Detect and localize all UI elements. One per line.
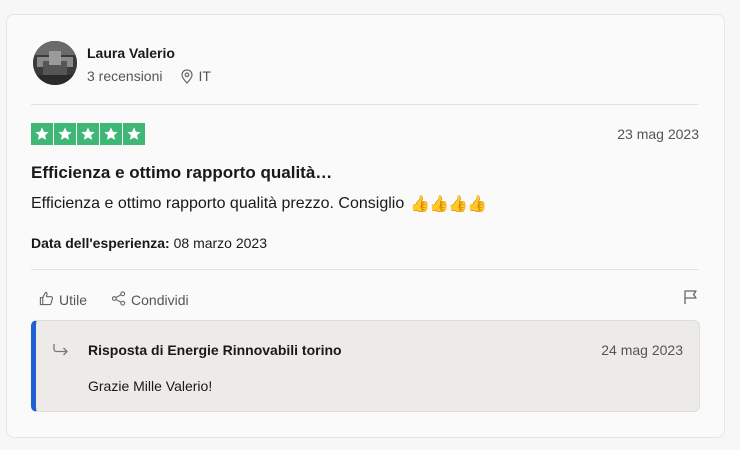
- location-pin-icon: [180, 68, 193, 84]
- share-label: Condividi: [131, 292, 189, 308]
- thumbs-up-emoji: 👍👍👍👍: [410, 196, 487, 213]
- reply-arrow-icon: [52, 343, 70, 362]
- experience-date: Data dell'esperienza: 08 marzo 2023: [31, 235, 267, 251]
- reviewer-country: IT: [198, 68, 211, 84]
- divider: [31, 104, 699, 105]
- review-body: Efficienza e ottimo rapporto qualità pre…: [31, 194, 487, 214]
- experience-label: Data dell'esperienza:: [31, 235, 170, 251]
- star-icon: [123, 123, 145, 145]
- avatar[interactable]: [33, 41, 77, 85]
- reviewer-name[interactable]: Laura Valerio: [87, 45, 175, 61]
- flag-icon[interactable]: [683, 289, 698, 310]
- star-icon: [54, 123, 76, 145]
- review-actions: Utile Condividi: [39, 291, 213, 309]
- divider: [31, 269, 699, 270]
- review-title[interactable]: Efficienza e ottimo rapporto qualità…: [31, 163, 332, 183]
- review-date: 23 mag 2023: [617, 126, 699, 142]
- reply-title: Risposta di Energie Rinnovabili torino: [88, 342, 342, 358]
- star-rating: [31, 123, 145, 145]
- reply-text: Grazie Mille Valerio!: [88, 378, 213, 394]
- reply-date: 24 mag 2023: [601, 342, 683, 358]
- share-icon: [111, 291, 126, 309]
- useful-label: Utile: [59, 292, 88, 308]
- useful-button[interactable]: Utile: [39, 291, 87, 309]
- star-icon: [77, 123, 99, 145]
- share-button[interactable]: Condividi: [111, 291, 189, 309]
- star-icon: [100, 123, 122, 145]
- reviews-count: 3 recensioni: [87, 68, 163, 84]
- thumbs-up-icon: [39, 291, 54, 309]
- star-icon: [31, 123, 53, 145]
- reviewer-meta: 3 recensioni IT: [87, 68, 211, 84]
- review-body-text: Efficienza e ottimo rapporto qualità pre…: [31, 195, 405, 212]
- company-reply: Risposta di Energie Rinnovabili torino 2…: [31, 320, 700, 412]
- experience-date-value: 08 marzo 2023: [173, 235, 268, 251]
- review-card: Laura Valerio 3 recensioni IT 23 mag 202…: [6, 14, 725, 438]
